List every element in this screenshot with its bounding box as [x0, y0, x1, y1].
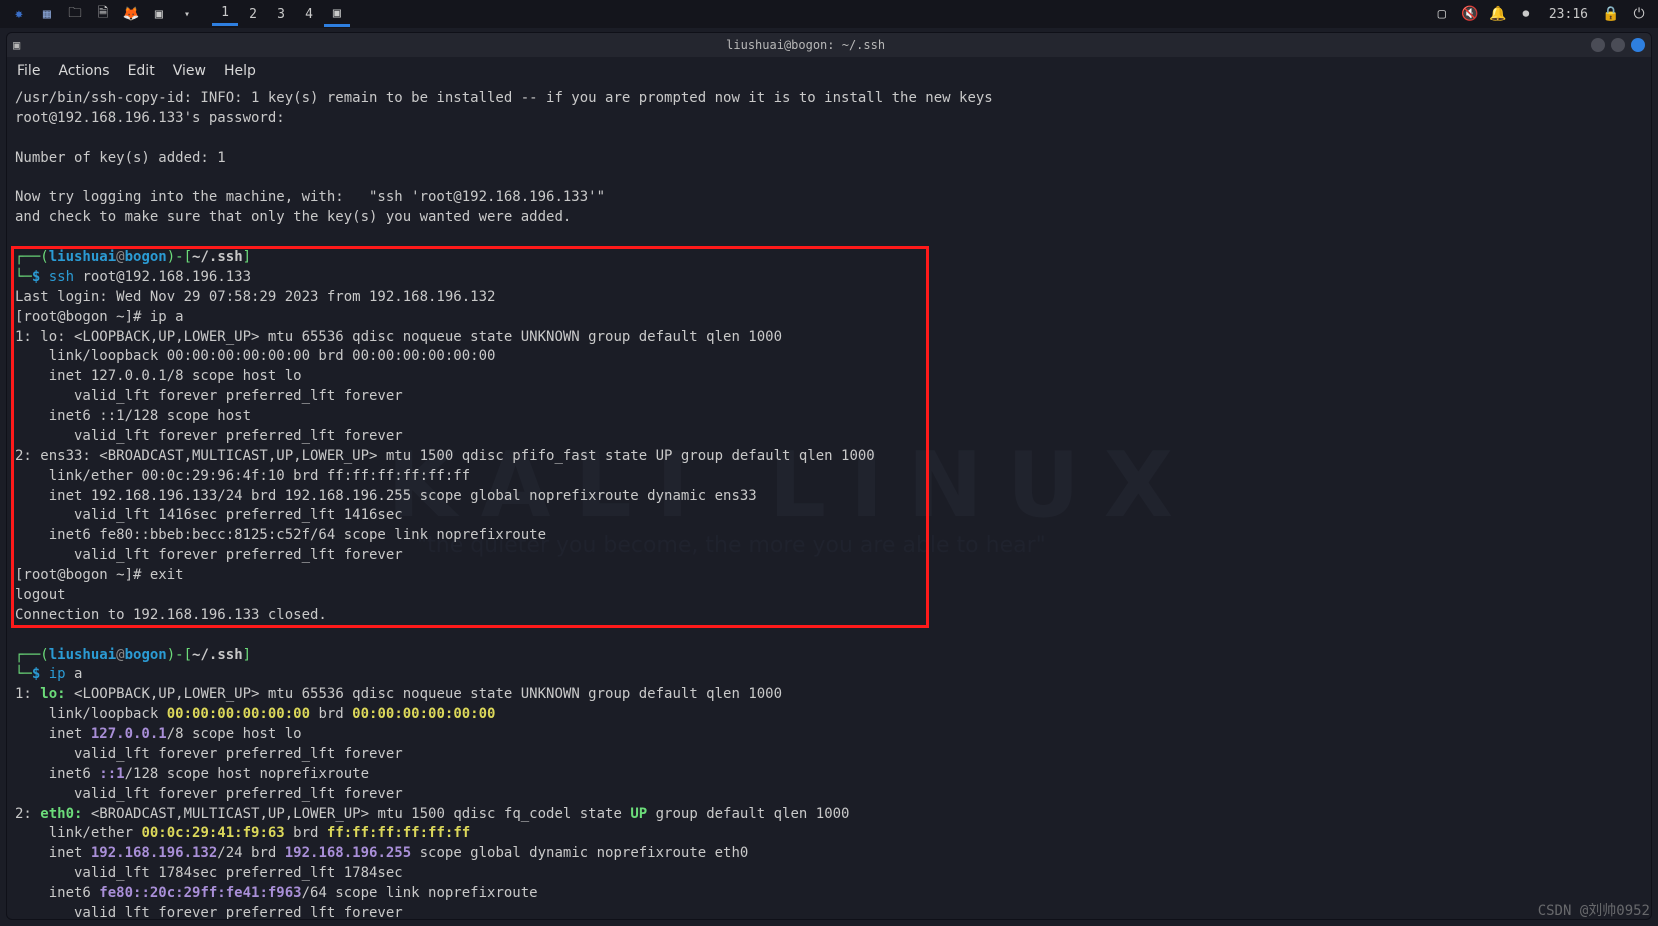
- app-icon-1[interactable]: ▦: [34, 1, 60, 27]
- workspace-4[interactable]: 4: [296, 2, 322, 26]
- workspace-2[interactable]: 2: [240, 2, 266, 26]
- screen-icon[interactable]: ▢: [1429, 1, 1455, 27]
- menu-edit[interactable]: Edit: [128, 63, 155, 79]
- terminal-icon[interactable]: ▣: [146, 1, 172, 27]
- terminal-menubar: File Actions Edit View Help: [7, 57, 1651, 85]
- lock-icon[interactable]: 🔒: [1598, 1, 1624, 27]
- terminal-window: ▣ liushuai@bogon: ~/.ssh File Actions Ed…: [6, 32, 1652, 920]
- workspace-3[interactable]: 3: [268, 2, 294, 26]
- notifications-icon[interactable]: 🔔: [1485, 1, 1511, 27]
- csdn-watermark: CSDN @刘帅0952: [1538, 900, 1650, 920]
- window-titlebar[interactable]: ▣ liushuai@bogon: ~/.ssh: [7, 33, 1651, 57]
- menu-file[interactable]: File: [17, 63, 40, 79]
- window-close-button[interactable]: [1631, 38, 1645, 52]
- clock[interactable]: 23:16: [1541, 7, 1596, 22]
- dropdown-icon[interactable]: ▾: [174, 1, 200, 27]
- editor-icon[interactable]: 🗎: [90, 1, 116, 27]
- workspace-1[interactable]: 1: [212, 2, 238, 26]
- terminal-output[interactable]: /usr/bin/ssh-copy-id: INFO: 1 key(s) rem…: [7, 85, 1651, 920]
- firefox-icon[interactable]: 🦊: [118, 1, 144, 27]
- menu-view[interactable]: View: [173, 63, 206, 79]
- menu-actions[interactable]: Actions: [58, 63, 109, 79]
- record-icon[interactable]: ⏺: [1513, 1, 1539, 27]
- window-title: liushuai@bogon: ~/.ssh: [20, 38, 1591, 52]
- power-icon[interactable]: ⏻: [1626, 1, 1652, 27]
- window-maximize-button[interactable]: [1611, 38, 1625, 52]
- menu-help[interactable]: Help: [224, 63, 256, 79]
- active-window-icon[interactable]: ▣: [324, 1, 350, 27]
- kali-menu-icon[interactable]: ✸: [6, 1, 32, 27]
- desktop-taskbar: ✸ ▦ 🗀 🗎 🦊 ▣ ▾ 1 2 3 4 ▣ ▢ 🔇 🔔 ⏺ 23:16 🔒 …: [0, 0, 1658, 28]
- title-app-icon: ▣: [13, 38, 20, 52]
- window-minimize-button[interactable]: [1591, 38, 1605, 52]
- files-icon[interactable]: 🗀: [62, 1, 88, 27]
- volume-mute-icon[interactable]: 🔇: [1457, 1, 1483, 27]
